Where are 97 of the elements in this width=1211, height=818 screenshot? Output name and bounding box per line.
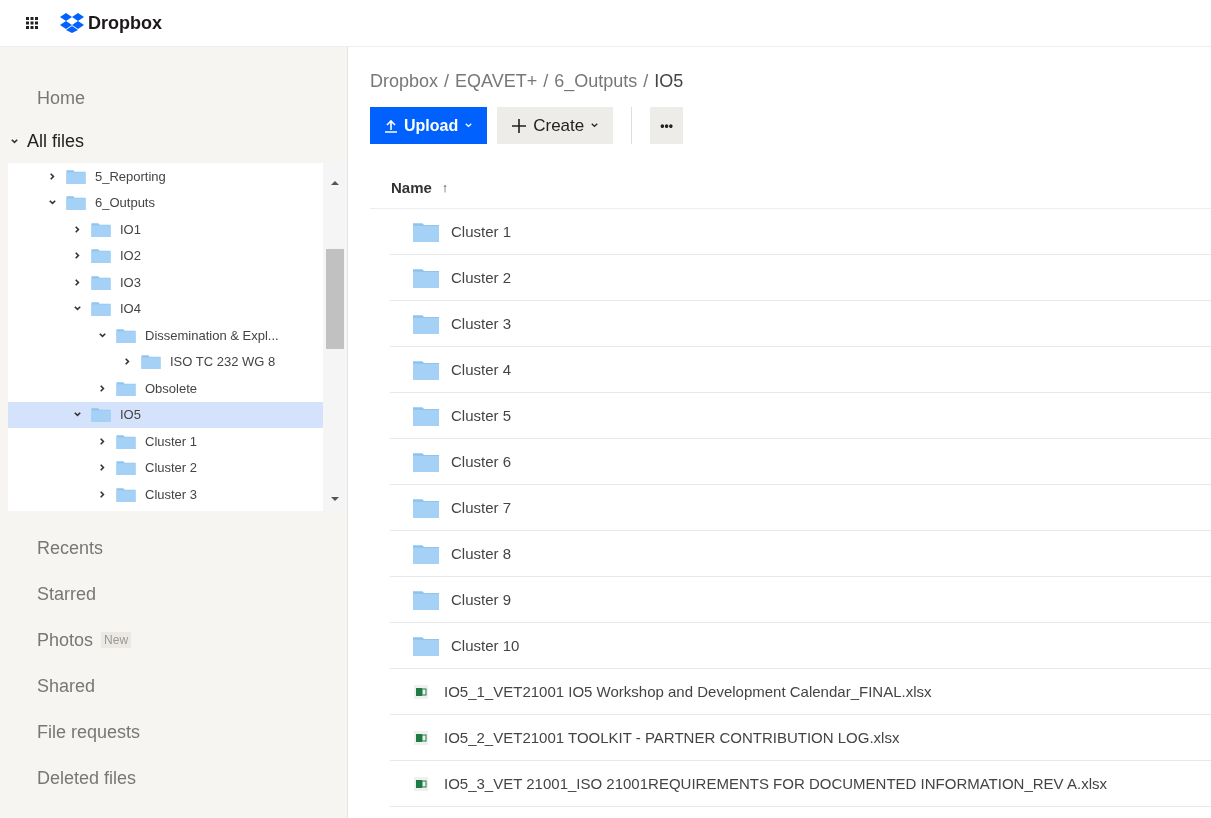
plus-icon bbox=[511, 117, 528, 134]
scroll-up-icon[interactable] bbox=[330, 179, 340, 187]
breadcrumb-separator: / bbox=[444, 71, 450, 93]
nav-item[interactable]: Recents bbox=[37, 537, 104, 559]
chevron-down-icon[interactable] bbox=[98, 330, 107, 340]
nav-item[interactable]: Deleted files bbox=[37, 767, 137, 789]
sort-arrow[interactable]: ↑ bbox=[441, 179, 449, 195]
scroll-down-icon[interactable] bbox=[330, 495, 340, 503]
chevron-right-icon[interactable] bbox=[73, 277, 82, 287]
file-row[interactable]: Cluster 1 bbox=[390, 209, 1211, 255]
folder-icon bbox=[91, 248, 111, 264]
folder-icon bbox=[413, 359, 439, 380]
chevron-right-icon[interactable] bbox=[73, 224, 82, 234]
folder-icon bbox=[91, 407, 111, 423]
chevron-down-icon[interactable] bbox=[73, 410, 82, 420]
tree-item[interactable]: Cluster 2 bbox=[8, 454, 323, 481]
file-row[interactable]: Cluster 4 bbox=[390, 347, 1211, 393]
tree-item[interactable]: 5_Reporting bbox=[8, 163, 323, 190]
folder-icon bbox=[91, 301, 111, 317]
folder-icon bbox=[116, 486, 136, 502]
create-button[interactable]: Create bbox=[497, 107, 614, 144]
folder-icon bbox=[413, 221, 439, 242]
folder-icon bbox=[116, 380, 136, 396]
breadcrumb-separator: / bbox=[543, 71, 549, 93]
folder-icon bbox=[413, 405, 439, 426]
file-row[interactable]: IO5_1_VET21001 IO5 Workshop and Development Calendar_FINAL.xlsx bbox=[390, 669, 1211, 715]
chevron-right-icon[interactable] bbox=[98, 383, 107, 393]
spreadsheet-icon bbox=[414, 730, 428, 745]
folder-icon bbox=[66, 195, 86, 211]
folder-icon bbox=[141, 354, 161, 370]
nav-item[interactable]: Starred bbox=[37, 583, 97, 605]
tree-item[interactable]: Obsolete bbox=[8, 375, 323, 402]
new-badge: New bbox=[101, 632, 132, 648]
folder-icon bbox=[413, 451, 439, 472]
folder-icon bbox=[413, 267, 439, 288]
chevron-down-icon[interactable] bbox=[48, 198, 57, 208]
tree-item[interactable]: 6_Outputs bbox=[8, 189, 323, 216]
nav-item[interactable]: Photos bbox=[37, 629, 94, 651]
chevron-right-icon[interactable] bbox=[48, 171, 57, 181]
tree-item[interactable]: Dissemination & Expl... bbox=[8, 322, 323, 349]
file-row[interactable]: Cluster 3 bbox=[390, 301, 1211, 347]
column-header[interactable]: Name bbox=[391, 178, 432, 196]
file-row[interactable]: Cluster 9 bbox=[390, 577, 1211, 623]
folder-icon bbox=[91, 274, 111, 290]
chevron-right-icon[interactable] bbox=[98, 436, 107, 446]
nav-item[interactable]: Shared bbox=[37, 675, 96, 697]
more-button[interactable]: ••• bbox=[650, 107, 683, 144]
folder-icon bbox=[413, 313, 439, 334]
file-row[interactable]: Cluster 2 bbox=[390, 255, 1211, 301]
tree-item[interactable]: IO1 bbox=[8, 216, 323, 243]
file-row[interactable]: Cluster 5 bbox=[390, 393, 1211, 439]
file-row[interactable]: Cluster 6 bbox=[390, 439, 1211, 485]
folder-icon bbox=[413, 635, 439, 656]
nav-item[interactable]: Home bbox=[37, 88, 85, 109]
tree-item[interactable]: IO5 bbox=[8, 401, 323, 428]
folder-icon bbox=[413, 497, 439, 518]
file-row[interactable]: Cluster 10 bbox=[390, 623, 1211, 669]
tree-item[interactable]: Cluster 1 bbox=[8, 428, 323, 455]
scrollbar-thumb[interactable] bbox=[326, 249, 344, 349]
caret-icon bbox=[590, 121, 600, 130]
breadcrumb-link[interactable]: EQAVET+ bbox=[455, 71, 538, 97]
dropbox-logo-icon bbox=[60, 13, 84, 33]
nav-item[interactable]: File requests bbox=[37, 721, 141, 743]
folder-icon bbox=[116, 327, 136, 343]
folder-icon bbox=[413, 543, 439, 564]
tree-item[interactable]: IO3 bbox=[8, 269, 323, 296]
folder-icon bbox=[116, 460, 136, 476]
chevron-down-icon[interactable] bbox=[73, 304, 82, 314]
folder-icon bbox=[66, 168, 86, 184]
tree-item[interactable]: IO2 bbox=[8, 242, 323, 269]
spreadsheet-icon bbox=[414, 776, 428, 791]
chevron-down-icon[interactable] bbox=[10, 137, 19, 146]
file-row[interactable]: Cluster 8 bbox=[390, 531, 1211, 577]
breadcrumb-link[interactable]: 6_Outputs bbox=[554, 71, 638, 97]
nav-item[interactable]: All files bbox=[27, 131, 84, 152]
chevron-right-icon[interactable] bbox=[98, 489, 107, 499]
file-row[interactable]: IO5_2_VET21001 TOOLKIT - PARTNER CONTRIBUTION LOG.xlsx bbox=[390, 715, 1211, 761]
chevron-right-icon[interactable] bbox=[98, 463, 107, 473]
file-row[interactable]: Cluster 7 bbox=[390, 485, 1211, 531]
spreadsheet-icon bbox=[414, 684, 428, 699]
folder-icon bbox=[413, 589, 439, 610]
tree-item[interactable]: Cluster 3 bbox=[8, 481, 323, 508]
tree-item[interactable]: IO4 bbox=[8, 295, 323, 322]
chevron-right-icon[interactable] bbox=[123, 357, 132, 367]
breadcrumb-separator: / bbox=[643, 71, 649, 93]
breadcrumb-link[interactable]: Dropbox bbox=[370, 71, 439, 97]
folder-icon bbox=[91, 221, 111, 237]
breadcrumb-link[interactable]: IO5 bbox=[654, 71, 684, 97]
logo-text: Dropbox bbox=[88, 12, 162, 34]
caret-icon bbox=[464, 121, 474, 130]
upload-icon bbox=[384, 118, 398, 133]
app-grid-icon[interactable] bbox=[26, 17, 38, 29]
folder-icon bbox=[116, 433, 136, 449]
tree-item[interactable]: ISO TC 232 WG 8 bbox=[8, 348, 323, 375]
chevron-right-icon[interactable] bbox=[73, 251, 82, 261]
upload-button[interactable]: Upload bbox=[370, 107, 488, 144]
file-row[interactable]: IO5_3_VET 21001_ISO 21001REQUIREMENTS FOR DOCUMENTED INFORMATION_REV A.xlsx bbox=[390, 761, 1211, 807]
